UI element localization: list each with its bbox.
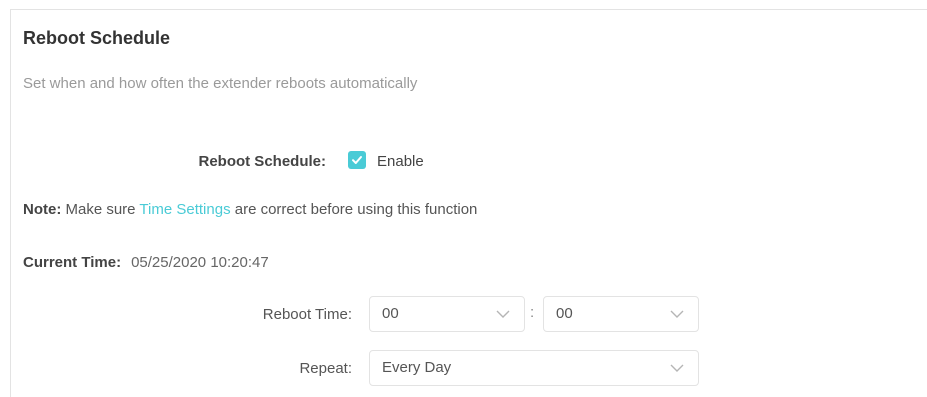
repeat-label: Repeat: (299, 360, 352, 377)
current-time-label: Current Time: (23, 254, 122, 271)
note-text-before: Make sure (61, 201, 140, 218)
reboot-schedule-label: Reboot Schedule: (198, 153, 326, 170)
chevron-down-icon (670, 364, 684, 372)
repeat-value: Every Day (382, 359, 452, 376)
enable-checkbox[interactable] (348, 151, 366, 169)
note-prefix: Note: (23, 201, 62, 218)
reboot-minute-value: 00 (556, 305, 573, 322)
time-separator: : (530, 304, 535, 321)
chevron-down-icon (670, 310, 684, 318)
reboot-minute-select[interactable]: 00 (543, 296, 699, 332)
enable-label[interactable]: Enable (377, 153, 424, 170)
section-title: Reboot Schedule (23, 28, 171, 48)
reboot-hour-select[interactable]: 00 (369, 296, 525, 332)
chevron-down-icon (496, 310, 510, 318)
check-icon (352, 156, 362, 164)
reboot-hour-value: 00 (382, 305, 399, 322)
note-text-after: are correct before using this function (230, 201, 478, 218)
current-time: Current Time: 05/25/2020 10:20:47 (23, 254, 269, 271)
current-time-value: 05/25/2020 10:20:47 (131, 254, 269, 271)
reboot-time-label: Reboot Time: (262, 306, 352, 323)
repeat-select[interactable]: Every Day (369, 350, 699, 386)
note-text: Note: Make sure Time Settings are correc… (23, 201, 477, 218)
time-settings-link[interactable]: Time Settings (139, 201, 230, 218)
section-description: Set when and how often the extender rebo… (23, 75, 418, 92)
